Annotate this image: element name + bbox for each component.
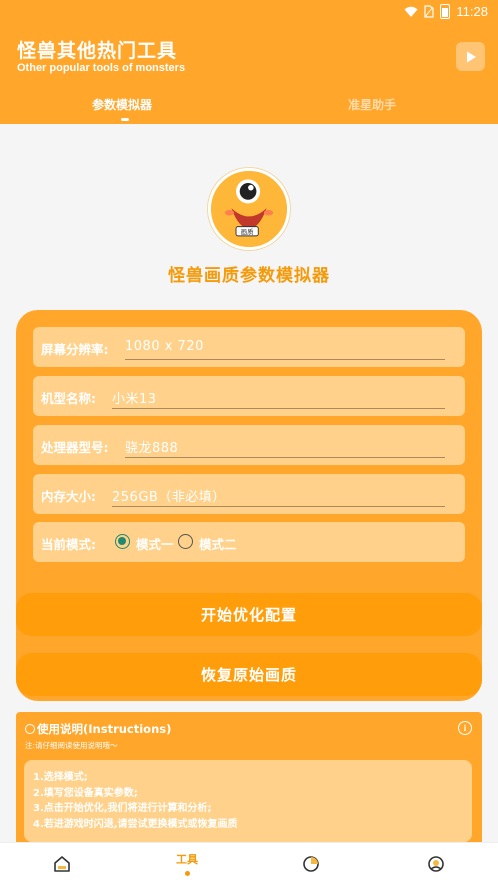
nav-profile[interactable] xyxy=(427,855,445,873)
start-optimize-button[interactable]: 开始优化配置 xyxy=(16,593,482,636)
mode-one-label[interactable]: 模式一 xyxy=(136,534,174,553)
circle-icon xyxy=(25,724,35,734)
status-time: 11:28 xyxy=(456,4,488,19)
info-icon[interactable]: i xyxy=(458,721,472,735)
processor-field: 处理器型号: 骁龙888 xyxy=(33,425,465,465)
instructions-note: 注:请仔细阅读使用说明哦～ xyxy=(25,741,118,750)
restore-quality-button[interactable]: 恢复原始画质 xyxy=(16,653,482,696)
instruction-step: 3.点击开始优化,我们将进行计算和分析; xyxy=(33,803,212,814)
main-content: 画质 怪兽画质参数模拟器 屏幕分辨率: 1080 x 720 机型名称: 小米1… xyxy=(0,124,498,842)
model-field: 机型名称: 小米13 xyxy=(33,376,465,416)
no-sim-icon xyxy=(424,5,435,18)
tab-param-simulator[interactable]: 参数模拟器 xyxy=(92,96,152,113)
nav-active-dot xyxy=(184,871,190,876)
app-subtitle: Other popular tools of monsters xyxy=(17,62,186,74)
page-title: 怪兽画质参数模拟器 xyxy=(168,266,330,286)
bottom-nav: 工具 xyxy=(0,842,498,887)
mode-one-radio[interactable] xyxy=(115,534,130,549)
mode-selector: 当前模式: 模式一 模式二 xyxy=(33,522,465,562)
tab-indicator xyxy=(121,118,129,121)
model-input[interactable]: 小米13 xyxy=(112,384,445,409)
app-title: 怪兽其他热门工具 xyxy=(17,40,178,62)
home-icon xyxy=(54,856,70,872)
mode-label: 当前模式: xyxy=(41,537,96,552)
instruction-step: 4.若进游戏时闪退,请尝试更换模式或恢复画质 xyxy=(33,818,238,830)
memory-input[interactable]: 256GB（非必填） xyxy=(112,482,445,507)
mode-two-radio[interactable] xyxy=(178,534,193,549)
nav-stats[interactable] xyxy=(302,855,320,873)
monster-logo-icon: 画质 xyxy=(211,171,287,247)
tab-crosshair-helper[interactable]: 准星助手 xyxy=(348,96,396,113)
mode-two-label[interactable]: 模式二 xyxy=(199,534,237,553)
instructions-title: 使用说明(Instructions) xyxy=(37,722,172,736)
instruction-step: 2.填写您设备真实参数; xyxy=(33,787,138,799)
status-icons: 11:28 xyxy=(404,4,488,19)
status-bar: 11:28 xyxy=(0,0,498,24)
param-form: 屏幕分辨率: 1080 x 720 机型名称: 小米13 处理器型号: 骁龙88… xyxy=(16,310,482,701)
logo-badge-text: 画质 xyxy=(241,227,254,236)
profile-icon xyxy=(428,856,444,872)
instruction-step: 1.选择模式; xyxy=(33,772,88,783)
header: 怪兽其他热门工具 Other popular tools of monsters… xyxy=(0,24,498,124)
processor-label: 处理器型号: xyxy=(41,440,109,455)
play-button[interactable] xyxy=(456,42,485,71)
wifi-icon xyxy=(404,6,418,17)
memory-label: 内存大小: xyxy=(41,489,96,504)
instructions-panel: 使用说明(Instructions) 注:请仔细阅读使用说明哦～ i 1.选择模… xyxy=(16,712,482,842)
play-icon xyxy=(466,51,476,62)
nav-home[interactable] xyxy=(53,855,71,873)
resolution-field: 屏幕分辨率: 1080 x 720 xyxy=(33,327,465,367)
nav-tools[interactable]: 工具 xyxy=(172,851,202,876)
resolution-input[interactable]: 1080 x 720 xyxy=(125,335,445,360)
app-logo: 画质 xyxy=(208,168,290,250)
resolution-label: 屏幕分辨率: xyxy=(41,342,109,357)
nav-tools-label: 工具 xyxy=(176,853,198,866)
instructions-header: 使用说明(Instructions) xyxy=(25,721,171,737)
pie-chart-icon xyxy=(303,856,319,872)
processor-input[interactable]: 骁龙888 xyxy=(125,433,445,458)
battery-icon xyxy=(440,4,451,19)
instructions-list: 1.选择模式; 2.填写您设备真实参数; 3.点击开始优化,我们将进行计算和分析… xyxy=(24,760,472,842)
model-label: 机型名称: xyxy=(41,391,96,406)
tab-bar: 参数模拟器 准星助手 xyxy=(0,96,498,124)
memory-field: 内存大小: 256GB（非必填） xyxy=(33,474,465,514)
